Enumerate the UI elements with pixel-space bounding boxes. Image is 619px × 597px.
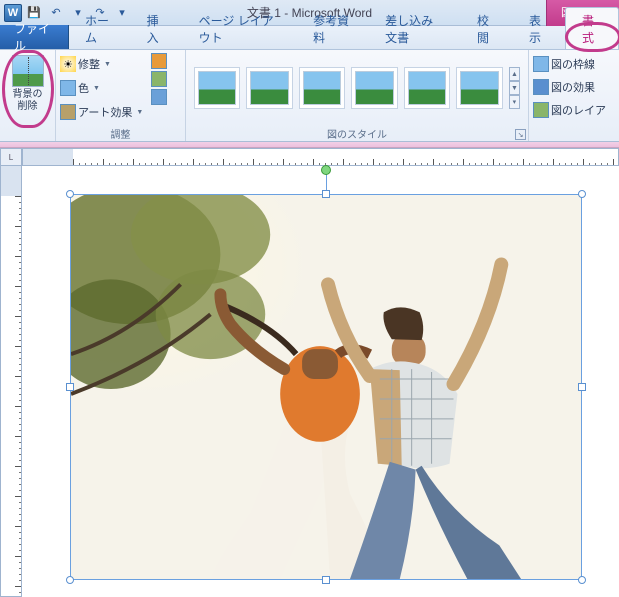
- undo-icon[interactable]: ↶: [48, 5, 64, 21]
- reset-picture-icon[interactable]: [151, 89, 167, 105]
- chevron-down-icon: ▼: [93, 85, 100, 92]
- picture-style-thumb[interactable]: [456, 67, 502, 109]
- remove-background-button[interactable]: 背景の 削除: [8, 53, 48, 115]
- tab-review[interactable]: 校閲: [461, 8, 513, 49]
- tab-view[interactable]: 表示: [513, 8, 565, 49]
- document-area: [0, 166, 619, 597]
- save-icon[interactable]: 💾: [26, 5, 42, 21]
- picture-layout-button[interactable]: 図のレイア: [533, 99, 615, 121]
- remove-background-icon: [12, 55, 44, 87]
- tab-selector[interactable]: L: [0, 148, 22, 166]
- tab-format[interactable]: 書式: [565, 7, 619, 49]
- group-picture-border-effects: 図の枠線 図の効果 図のレイア: [529, 50, 619, 141]
- resize-handle-b[interactable]: [322, 576, 330, 584]
- dialog-launcher-icon[interactable]: ↘: [515, 129, 526, 140]
- picture-style-thumb[interactable]: [194, 67, 240, 109]
- picture-layout-label: 図のレイア: [551, 102, 606, 118]
- artistic-effects-icon: [60, 104, 76, 120]
- selected-picture[interactable]: [70, 194, 582, 580]
- gallery-up-icon[interactable]: ▲: [509, 67, 520, 81]
- file-tab[interactable]: ファイル: [0, 25, 69, 49]
- vertical-ruler[interactable]: [0, 166, 22, 597]
- artistic-effects-label: アート効果: [78, 104, 132, 120]
- rotation-handle[interactable]: [321, 165, 331, 175]
- corrections-label: 修整: [78, 56, 100, 72]
- picture-style-thumb[interactable]: [299, 67, 345, 109]
- corrections-button[interactable]: ☀ 修整 ▼: [60, 53, 143, 75]
- picture-effects-label: 図の効果: [551, 79, 595, 95]
- resize-handle-r[interactable]: [578, 383, 586, 391]
- picture-style-thumb[interactable]: [246, 67, 292, 109]
- ruler-row: L: [0, 148, 619, 166]
- picture-style-thumb[interactable]: [351, 67, 397, 109]
- change-picture-icon[interactable]: [151, 71, 167, 87]
- corrections-icon: ☀: [60, 56, 76, 72]
- gallery-down-icon[interactable]: ▼: [509, 81, 520, 95]
- resize-handle-tl[interactable]: [66, 190, 74, 198]
- chevron-down-icon: ▼: [104, 61, 111, 68]
- tab-mailings[interactable]: 差し込み文書: [369, 8, 461, 49]
- artistic-effects-button[interactable]: アート効果 ▼: [60, 101, 143, 123]
- picture-border-icon: [533, 56, 549, 72]
- color-button[interactable]: 色 ▼: [60, 77, 143, 99]
- group-adjust: ☀ 修整 ▼ 色 ▼ アート効果 ▼: [56, 50, 186, 141]
- picture-border-button[interactable]: 図の枠線: [533, 53, 615, 75]
- resize-handle-bl[interactable]: [66, 576, 74, 584]
- picture-content: [71, 195, 581, 579]
- picture-style-thumb[interactable]: [404, 67, 450, 109]
- group-label-picture-styles: 図のスタイル ↘: [186, 126, 528, 141]
- tab-page-layout[interactable]: ページ レイアウト: [183, 8, 298, 49]
- page[interactable]: [22, 166, 619, 597]
- picture-layout-icon: [533, 102, 549, 118]
- group-label-adjust: 調整: [56, 126, 185, 141]
- resize-handle-t[interactable]: [322, 190, 330, 198]
- ribbon: 背景の 削除 ☀ 修整 ▼ 色 ▼ アート効果: [0, 50, 619, 142]
- group-remove-background: 背景の 削除: [0, 50, 56, 141]
- tab-insert[interactable]: 挿入: [131, 8, 183, 49]
- word-app-icon[interactable]: W: [4, 4, 22, 22]
- picture-effects-icon: [533, 79, 549, 95]
- ribbon-tab-strip: ファイル ホーム 挿入 ページ レイアウト 参考資料 差し込み文書 校閲 表示 …: [0, 26, 619, 50]
- picture-effects-button[interactable]: 図の効果: [533, 76, 615, 98]
- color-label: 色: [78, 80, 89, 96]
- picture-border-label: 図の枠線: [551, 56, 595, 72]
- remove-background-label: 背景の 削除: [13, 89, 43, 113]
- gallery-scroll: ▲ ▼ ▾: [509, 67, 520, 109]
- gallery-more-icon[interactable]: ▾: [509, 95, 520, 109]
- compress-pictures-icon[interactable]: [151, 53, 167, 69]
- group-picture-styles: ▲ ▼ ▾ 図のスタイル ↘: [186, 50, 529, 141]
- tab-references[interactable]: 参考資料: [297, 8, 369, 49]
- color-icon: [60, 80, 76, 96]
- resize-handle-l[interactable]: [66, 383, 74, 391]
- horizontal-ruler[interactable]: [22, 148, 619, 166]
- resize-handle-br[interactable]: [578, 576, 586, 584]
- tab-home[interactable]: ホーム: [69, 8, 131, 49]
- chevron-down-icon: ▼: [136, 109, 143, 116]
- resize-handle-tr[interactable]: [578, 190, 586, 198]
